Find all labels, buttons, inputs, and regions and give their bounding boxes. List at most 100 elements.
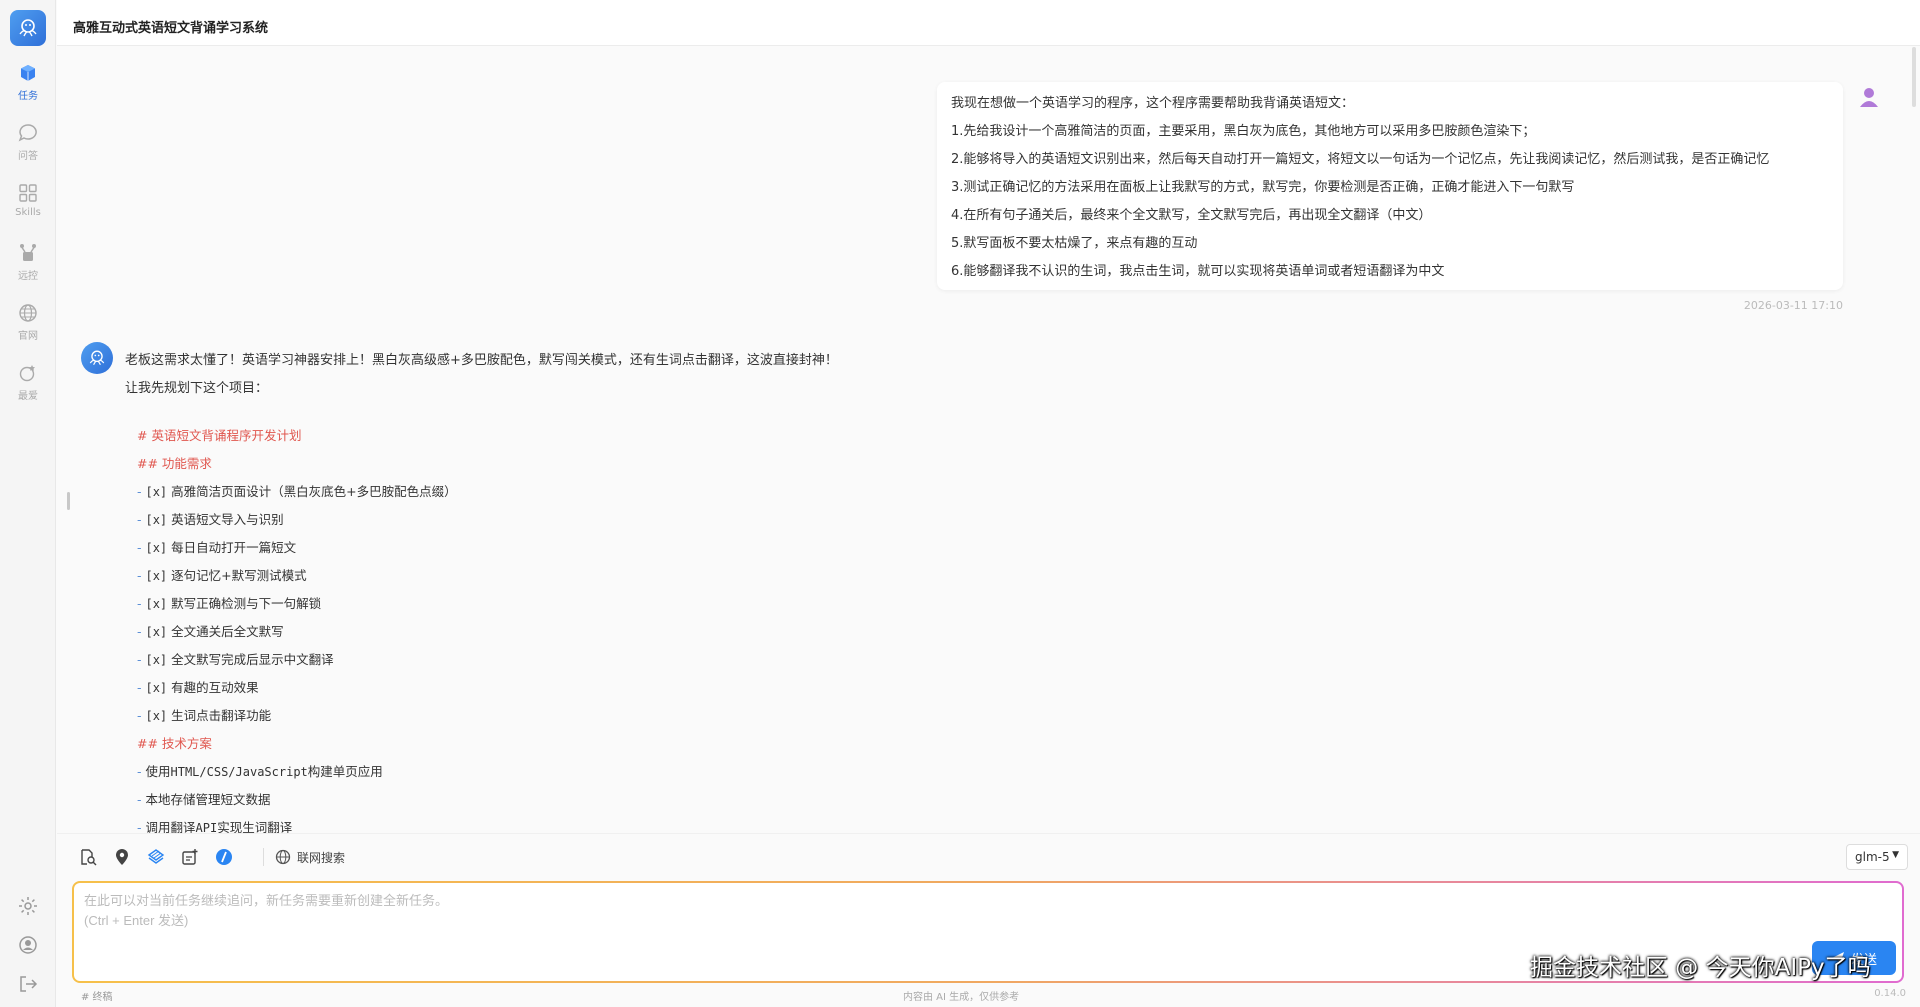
sidebar-item-favorite[interactable]: 最爱 — [0, 358, 56, 410]
ai-message-line: 老板这需求太懂了！英语学习神器安排上！黑白灰高级感+多巴胺配色，默写闯关模式，还… — [125, 353, 838, 368]
feature-item: - [x] 生词点击翻译功能 — [137, 702, 457, 730]
model-select-value: glm-5 — [1855, 850, 1890, 864]
tech-item: - 调用翻译API实现生词翻译 — [137, 814, 457, 833]
sidebar-item-website[interactable]: 官网 — [0, 298, 56, 350]
feature-item: - [x] 默写正确检测与下一句解锁 — [137, 590, 457, 618]
tech-text: 调用翻译 — [145, 820, 196, 833]
input-toolbar: 联网搜索 glm-5 ▼ — [57, 833, 1920, 879]
user-message-bubble: 我现在想做一个英语学习的程序，这个程序需要帮助我背诵英语短文： 1.先给我设计一… — [937, 82, 1843, 290]
globe-search-icon — [275, 849, 291, 865]
tech-code: HTML/CSS/JavaScript — [170, 765, 308, 779]
feature-item: - [x] 逐句记忆+默写测试模式 — [137, 562, 457, 590]
user-message-line: 3.测试正确记忆的方法采用在面板上让我默写的方式，默写完，你要检测是否正确，正确… — [951, 180, 1575, 195]
tech-text: 本地存储管理短文数据 — [145, 792, 271, 807]
feature-item: - [x] 高雅简洁页面设计（黑白灰底色+多巴胺配色点缀） — [137, 478, 457, 506]
tech-item: - 本地存储管理短文数据 — [137, 786, 457, 814]
logout-icon[interactable] — [16, 972, 40, 996]
sidebar: 任务 问答 Skills 远控 官网 最爱 — [0, 0, 56, 1007]
user-message-line: 6.能够翻译我不认识的生词，我点击生词，就可以实现将英语单词或者短语翻译为中文 — [951, 264, 1445, 279]
feature-text: 有趣的互动效果 — [171, 680, 259, 695]
sidebar-item-skills[interactable]: Skills — [0, 178, 56, 230]
prompt-input[interactable] — [84, 891, 1684, 971]
web-search-toggle[interactable]: 联网搜索 — [275, 846, 345, 868]
globe-icon — [19, 304, 37, 322]
feature-item: - [x] 英语短文导入与识别 — [137, 506, 457, 534]
checkbox-marker: [x] — [145, 569, 168, 583]
cube-icon — [21, 65, 35, 81]
slash-command-button[interactable] — [213, 846, 235, 868]
user-circle-icon[interactable] — [16, 933, 40, 957]
feature-text: 全文默写完成后显示中文翻译 — [171, 652, 334, 667]
feature-text: 全文通关后全文默写 — [171, 624, 284, 639]
watermark: 掘金技术社区 @ 今天你AIPy了吗 — [1530, 955, 1871, 981]
sidebar-item-remote[interactable]: 远控 — [0, 238, 56, 290]
ai-avatar — [81, 342, 113, 374]
footer: # 终稿 内容由 AI 生成，仅供参考 0.14.0 — [57, 986, 1920, 1007]
ai-disclaimer: 内容由 AI 生成，仅供参考 — [903, 992, 1020, 1003]
location-button[interactable] — [111, 846, 133, 868]
feature-text: 逐句记忆+默写测试模式 — [171, 568, 307, 583]
app-window: 任务 问答 Skills 远控 官网 最爱 高雅互动式英语短文背诵学习系统 我现… — [0, 0, 1920, 1007]
checkbox-marker: [x] — [145, 709, 168, 723]
slash-command-icon — [216, 849, 232, 865]
ai-message-intro: 老板这需求太懂了！英语学习神器安排上！黑白灰高级感+多巴胺配色，默写闯关模式，还… — [125, 347, 838, 403]
user-message-line: 1.先给我设计一个高雅简洁的页面，主要采用，黑白灰为底色，其他地方可以采用多巴胺… — [951, 124, 1536, 139]
message-timestamp: 2026-03-11 17:10 — [1743, 299, 1843, 312]
checkbox-marker: [x] — [145, 541, 168, 555]
octopus-logo-icon — [19, 19, 37, 37]
checkbox-marker: [x] — [145, 653, 168, 667]
resize-handle[interactable] — [67, 492, 70, 510]
feature-item: - [x] 全文通关后全文默写 — [137, 618, 457, 646]
checkbox-marker: [x] — [145, 513, 168, 527]
user-avatar-icon — [1860, 88, 1878, 107]
sidebar-item-label: 最爱 — [18, 391, 38, 402]
add-note-button[interactable] — [179, 846, 201, 868]
tech-text: 实现生词翻译 — [217, 820, 293, 833]
app-logo[interactable] — [10, 10, 46, 46]
sidebar-item-label: 官网 — [18, 331, 38, 342]
section-heading-features: ## 功能需求 — [137, 456, 212, 471]
tech-text: 构建单页应用 — [307, 764, 383, 779]
feature-item: - [x] 每日自动打开一篇短文 — [137, 534, 457, 562]
tech-text: 使用 — [145, 764, 171, 779]
add-note-icon — [182, 849, 198, 865]
user-message-line: 我现在想做一个英语学习的程序，这个程序需要帮助我背诵英语短文： — [951, 96, 1355, 111]
web-search-label: 联网搜索 — [297, 850, 346, 865]
page-title: 高雅互动式英语短文背诵学习系统 — [73, 21, 269, 36]
sidebar-item-label: 问答 — [18, 151, 38, 162]
draft-label: # 终稿 — [81, 992, 113, 1003]
sidebar-item-label: Skills — [15, 207, 41, 218]
version-label: 0.14.0 — [1874, 988, 1906, 999]
ai-message-line: 让我先规划下这个项目： — [125, 381, 269, 396]
stack-button[interactable] — [145, 846, 167, 868]
settings-icon[interactable] — [16, 894, 40, 918]
chat-area[interactable]: 我现在想做一个英语学习的程序，这个程序需要帮助我背诵英语短文： 1.先给我设计一… — [57, 47, 1920, 833]
location-pin-icon — [116, 849, 128, 865]
user-message-line: 4.在所有句子通关后，最终来个全文默写，全文默写完后，再出现全文翻译（中文） — [951, 208, 1432, 223]
scrollbar[interactable] — [1912, 47, 1916, 107]
chevron-down-icon: ▼ — [1892, 850, 1899, 860]
checkbox-marker: [x] — [145, 681, 168, 695]
grid-icon — [19, 184, 37, 202]
stack-layers-icon — [147, 849, 165, 864]
favorite-icon — [19, 365, 35, 382]
feature-list: - [x] 高雅简洁页面设计（黑白灰底色+多巴胺配色点缀） - [x] 英语短文导… — [137, 478, 457, 730]
octopus-avatar-icon — [89, 350, 105, 366]
remote-control-icon — [20, 244, 36, 261]
sidebar-item-qa[interactable]: 问答 — [0, 118, 56, 170]
user-message-line: 5.默写面板不要太枯燥了，来点有趣的互动 — [951, 236, 1198, 251]
checkbox-marker: [x] — [145, 597, 168, 611]
sidebar-item-label: 任务 — [18, 91, 38, 102]
tech-code: API — [195, 821, 218, 833]
checkbox-marker: [x] — [145, 485, 168, 499]
file-search-icon — [81, 849, 97, 866]
sidebar-item-tasks[interactable]: 任务 — [0, 58, 56, 110]
tech-list: - 使用HTML/CSS/JavaScript构建单页应用 - 本地存储管理短文数… — [137, 758, 457, 833]
model-select[interactable]: glm-5 ▼ — [1846, 844, 1908, 870]
tech-item: - 使用HTML/CSS/JavaScript构建单页应用 — [137, 758, 457, 786]
feature-text: 高雅简洁页面设计（黑白灰底色+多巴胺配色点缀） — [171, 484, 457, 499]
sidebar-item-label: 远控 — [18, 271, 38, 282]
header: 高雅互动式英语短文背诵学习系统 — [57, 0, 1920, 46]
file-search-button[interactable] — [77, 846, 99, 868]
ai-plan-markdown: # 英语短文背诵程序开发计划 ## 功能需求 - [x] 高雅简洁页面设计（黑白… — [137, 422, 457, 833]
